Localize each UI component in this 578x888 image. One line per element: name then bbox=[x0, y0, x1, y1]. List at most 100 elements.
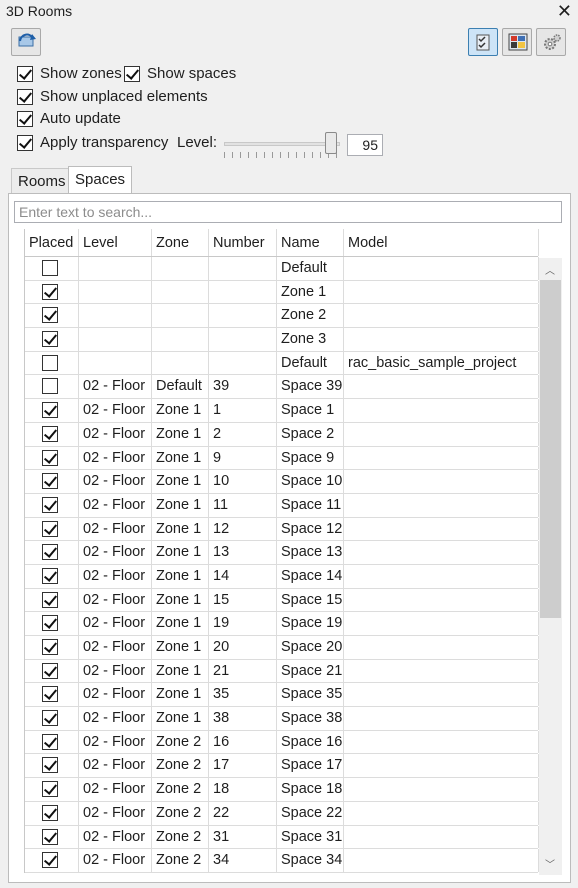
placed-checkbox[interactable] bbox=[42, 378, 58, 395]
show-spaces-checkbox[interactable] bbox=[124, 66, 140, 82]
table-header: Placed Level Zone Number Name Model bbox=[25, 229, 539, 257]
scrollbar-thumb[interactable] bbox=[540, 280, 561, 618]
placed-checkbox[interactable] bbox=[42, 260, 58, 276]
table-row[interactable]: Default bbox=[25, 257, 539, 281]
column-header-level[interactable]: Level bbox=[79, 229, 152, 256]
table-row[interactable]: 02 - Floor Zone 1 14 Space 14 bbox=[25, 564, 539, 589]
show-spaces-label: Show spaces bbox=[147, 65, 237, 82]
placed-checkbox[interactable] bbox=[42, 354, 58, 371]
transparency-slider-thumb[interactable] bbox=[325, 132, 337, 154]
table-row[interactable]: Default rac_basic_sample_project bbox=[25, 351, 539, 376]
placed-checkbox[interactable] bbox=[42, 402, 58, 419]
model-cell bbox=[344, 280, 539, 304]
level-cell: 02 - Floor bbox=[79, 801, 152, 825]
vertical-scrollbar[interactable]: ︿ ﹀ bbox=[539, 258, 562, 875]
table-row[interactable]: Zone 2 bbox=[25, 304, 539, 329]
model-cell bbox=[344, 564, 539, 588]
table-row[interactable]: 02 - Floor Zone 2 17 Space 17 bbox=[25, 754, 539, 779]
column-header-name[interactable]: Name bbox=[277, 229, 344, 256]
placed-checkbox[interactable] bbox=[42, 828, 58, 845]
table-row[interactable]: 02 - Floor Zone 1 11 Space 11 bbox=[25, 493, 539, 518]
placed-checkbox[interactable] bbox=[42, 757, 58, 774]
model-cell bbox=[344, 778, 539, 801]
refresh-button[interactable] bbox=[11, 28, 41, 56]
model-cell bbox=[344, 707, 539, 730]
table-row[interactable]: Zone 3 bbox=[25, 328, 539, 352]
placed-checkbox[interactable] bbox=[42, 567, 58, 584]
apply-transparency-checkbox[interactable] bbox=[17, 135, 33, 151]
table-row[interactable]: 02 - Floor Zone 2 31 Space 31 bbox=[25, 825, 539, 850]
placed-checkbox[interactable] bbox=[42, 804, 58, 821]
column-header-model[interactable]: Model bbox=[344, 229, 539, 256]
table-row[interactable]: 02 - Floor Zone 1 38 Space 38 bbox=[25, 707, 539, 731]
table-row[interactable]: 02 - Floor Zone 1 1 Space 1 bbox=[25, 399, 539, 423]
placed-checkbox[interactable] bbox=[42, 781, 58, 798]
table-row[interactable]: 02 - Floor Zone 1 21 Space 21 bbox=[25, 659, 539, 684]
placed-checkbox[interactable] bbox=[42, 496, 58, 513]
placed-cell bbox=[25, 849, 79, 872]
placed-cell bbox=[25, 612, 79, 635]
scroll-up-icon[interactable]: ︿ bbox=[545, 262, 555, 277]
placed-checkbox[interactable] bbox=[42, 852, 58, 869]
scroll-down-icon[interactable]: ﹀ bbox=[545, 856, 555, 871]
model-cell bbox=[344, 493, 539, 517]
table-row[interactable]: 02 - Floor Zone 2 16 Space 16 bbox=[25, 730, 539, 755]
placed-checkbox[interactable] bbox=[42, 473, 58, 490]
placed-checkbox[interactable] bbox=[42, 591, 58, 608]
number-cell: 16 bbox=[209, 730, 277, 754]
placed-checkbox[interactable] bbox=[42, 686, 58, 703]
placed-checkbox[interactable] bbox=[42, 283, 58, 300]
placed-cell bbox=[25, 588, 79, 612]
placed-checkbox[interactable] bbox=[42, 615, 58, 632]
placed-checkbox[interactable] bbox=[42, 710, 58, 727]
table-row[interactable]: 02 - Floor Zone 1 10 Space 10 bbox=[25, 470, 539, 494]
zone-cell bbox=[152, 328, 209, 351]
table-row[interactable]: 02 - Floor Zone 1 35 Space 35 bbox=[25, 683, 539, 708]
table-row[interactable]: 02 - Floor Zone 1 15 Space 15 bbox=[25, 588, 539, 613]
settings-button[interactable] bbox=[536, 28, 566, 56]
table-row[interactable]: 02 - Floor Zone 1 2 Space 2 bbox=[25, 422, 539, 447]
placed-cell bbox=[25, 564, 79, 588]
table-row[interactable]: 02 - Floor Zone 1 19 Space 19 bbox=[25, 612, 539, 636]
model-cell bbox=[344, 375, 539, 399]
placed-checkbox[interactable] bbox=[42, 544, 58, 561]
column-header-number[interactable]: Number bbox=[209, 229, 277, 256]
show-zones-checkbox[interactable] bbox=[17, 66, 33, 82]
placed-checkbox[interactable] bbox=[42, 639, 58, 655]
level-cell: 02 - Floor bbox=[79, 730, 152, 754]
column-header-placed[interactable]: Placed bbox=[25, 229, 79, 256]
table-row[interactable]: 02 - Floor Zone 1 12 Space 12 bbox=[25, 517, 539, 542]
level-cell: 02 - Floor bbox=[79, 612, 152, 635]
transparency-slider-track[interactable] bbox=[224, 142, 340, 146]
table-row[interactable]: 02 - Floor Zone 1 9 Space 9 bbox=[25, 446, 539, 471]
placed-checkbox[interactable] bbox=[42, 425, 58, 442]
color-scheme-button[interactable] bbox=[502, 28, 532, 56]
search-input[interactable]: Enter text to search... bbox=[14, 201, 562, 223]
placed-checkbox[interactable] bbox=[42, 307, 58, 324]
show-unplaced-checkbox[interactable] bbox=[17, 89, 33, 105]
table-row[interactable]: 02 - Floor Default 39 Space 39 bbox=[25, 375, 539, 400]
placed-checkbox[interactable] bbox=[42, 520, 58, 537]
table-row[interactable]: 02 - Floor Zone 1 20 Space 20 bbox=[25, 636, 539, 660]
name-cell: Space 11 bbox=[277, 493, 344, 517]
table-row[interactable]: 02 - Floor Zone 2 22 Space 22 bbox=[25, 801, 539, 826]
tab-rooms[interactable]: Rooms bbox=[11, 168, 73, 194]
table-row[interactable]: 02 - Floor Zone 1 13 Space 13 bbox=[25, 541, 539, 565]
placed-checkbox[interactable] bbox=[42, 331, 58, 348]
refresh-icon bbox=[18, 33, 36, 47]
level-value-field[interactable]: 95 bbox=[347, 134, 383, 156]
table-row[interactable]: Zone 1 bbox=[25, 280, 539, 305]
tab-spaces[interactable]: Spaces bbox=[68, 166, 133, 194]
close-icon[interactable]: ✕ bbox=[557, 1, 572, 21]
placed-checkbox[interactable] bbox=[42, 662, 58, 679]
table-row[interactable]: 02 - Floor Zone 2 34 Space 34 bbox=[25, 849, 539, 873]
zone-cell bbox=[152, 304, 209, 328]
zone-cell: Zone 1 bbox=[152, 446, 209, 470]
column-header-zone[interactable]: Zone bbox=[152, 229, 209, 256]
table-row[interactable]: 02 - Floor Zone 2 18 Space 18 bbox=[25, 778, 539, 802]
placed-checkbox[interactable] bbox=[42, 449, 58, 466]
placed-checkbox[interactable] bbox=[42, 733, 58, 750]
auto-update-checkbox[interactable] bbox=[17, 111, 33, 127]
filter-placed-button[interactable] bbox=[468, 28, 498, 56]
zone-cell: Zone 1 bbox=[152, 541, 209, 564]
